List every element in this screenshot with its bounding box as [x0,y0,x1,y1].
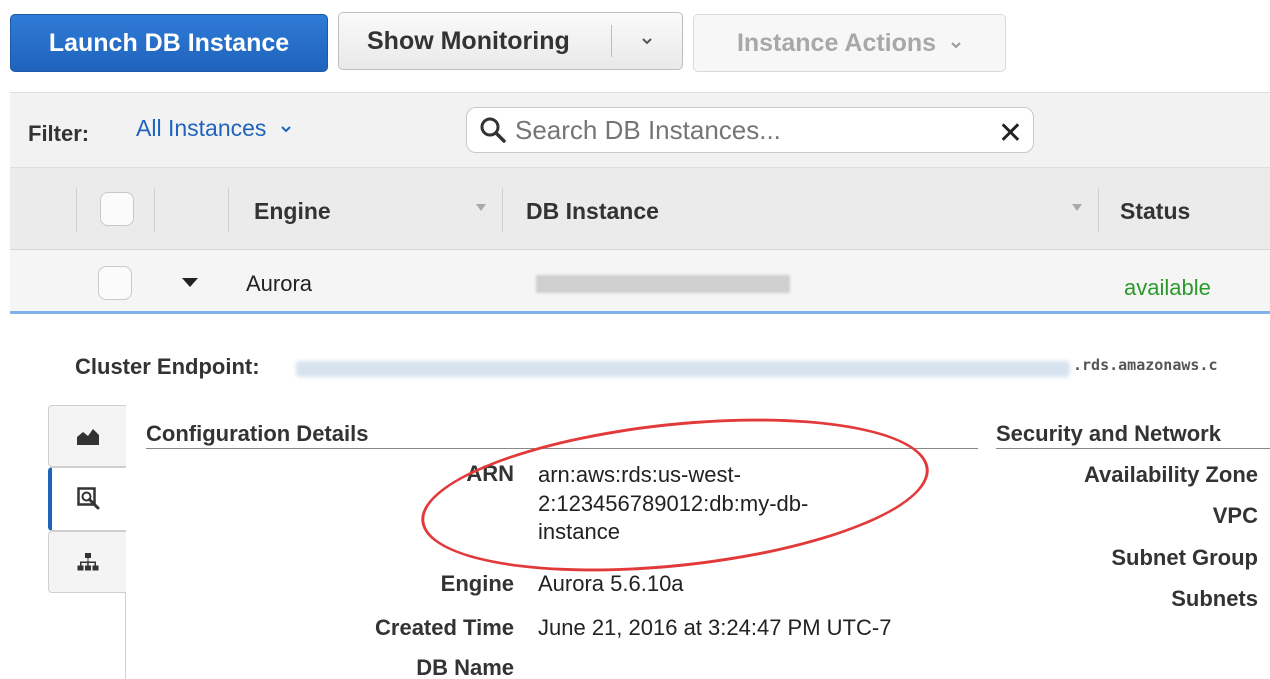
monitoring-chart-icon [76,429,99,445]
search-input[interactable] [515,114,985,146]
status-badge: available [1124,275,1211,300]
instance-actions-button[interactable]: Instance Actions [693,14,1006,72]
section-rule [146,448,978,449]
column-header-db-instance[interactable]: DB Instance [526,198,659,225]
detail-side-tabs [48,405,126,679]
filter-selected-value: All Instances [136,115,267,141]
row-engine: Aurora [246,271,313,296]
column-divider [502,188,503,232]
availability-zone-label: Availability Zone [1083,462,1258,487]
tab-monitoring[interactable] [48,405,126,467]
instance-detail-panel: Cluster Endpoint: .rds.amazonaws.c Confi… [10,317,1270,679]
chevron-down-icon [281,125,292,132]
sort-engine-icon[interactable] [476,204,486,211]
arn-label: ARN [466,461,514,486]
toolbar: Launch DB Instance Show Monitoring Insta… [0,0,1270,92]
tab-details[interactable] [48,467,126,531]
filter-dropdown[interactable]: All Instances [136,115,292,142]
search-icon [480,117,506,143]
configuration-details-title: Configuration Details [146,421,369,446]
launch-db-instance-button[interactable]: Launch DB Instance [10,14,328,72]
engine-value: Aurora 5.6.10a [538,571,684,596]
row-expand-icon[interactable] [182,278,198,287]
chevron-down-icon [951,41,961,48]
cluster-endpoint-label: Cluster Endpoint: [75,354,260,379]
section-rule [996,448,1270,449]
arn-value: arn:aws:rds:us-west-2:123456789012:db:my… [538,462,809,545]
db-name-label: DB Name [416,655,514,679]
column-header-engine[interactable]: Engine [254,198,331,225]
column-divider [228,188,229,232]
clear-search-icon[interactable]: ✕ [998,116,1023,151]
row-select-checkbox[interactable] [98,266,132,300]
column-divider [1098,188,1099,232]
column-header-status[interactable]: Status [1120,198,1190,225]
redacted-db-instance-name [536,275,790,293]
created-time-label: Created Time [375,615,514,640]
filter-bar: Filter: All Instances ✕ [10,92,1270,168]
show-monitoring-button[interactable]: Show Monitoring [338,12,683,70]
select-all-checkbox[interactable] [100,192,134,226]
actions-chevron [950,29,962,58]
show-monitoring-label: Show Monitoring [367,26,570,55]
topology-tree-icon [77,553,98,571]
chevron-down-icon [642,38,652,45]
filter-label: Filter: [28,121,90,146]
details-magnifier-icon [77,487,100,510]
monitoring-dropdown-toggle[interactable] [612,35,682,47]
redacted-cluster-endpoint [296,361,1070,377]
engine-label: Engine [440,571,514,596]
instance-actions-label: Instance Actions [736,28,937,57]
subnets-label: Subnets [1171,586,1258,611]
launch-button-label: Launch DB Instance [48,28,290,57]
created-time-value: June 21, 2016 at 3:24:47 PM UTC-7 [538,615,892,640]
sort-db-instance-icon[interactable] [1072,204,1082,211]
table-header: Engine DB Instance Status [10,168,1270,250]
vpc-label: VPC [1212,503,1258,528]
search-box: ✕ [466,107,1034,153]
security-network-title: Security and Network [996,421,1221,446]
subnet-group-label: Subnet Group [1111,545,1258,570]
column-divider [76,188,77,232]
column-divider [154,188,155,232]
tab-topology[interactable] [48,531,126,593]
cluster-endpoint-suffix: .rds.amazonaws.c [1073,356,1218,374]
table-row[interactable]: Aurora available [10,250,1270,314]
